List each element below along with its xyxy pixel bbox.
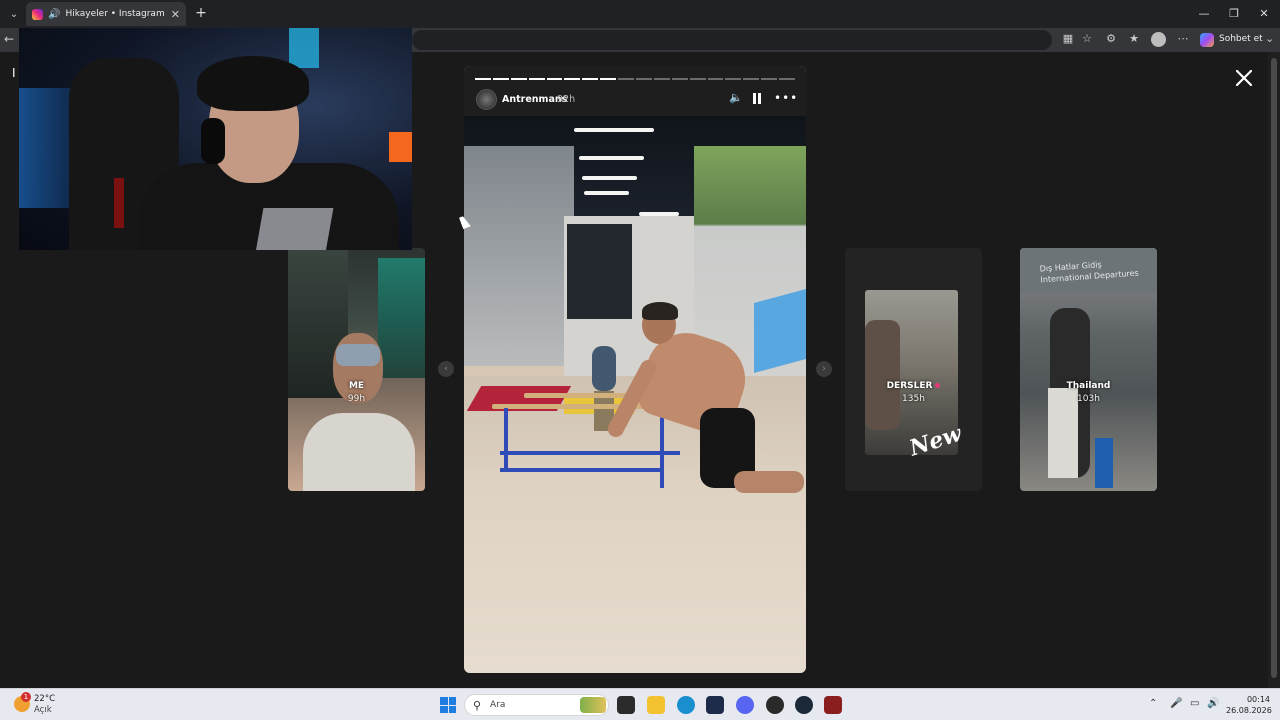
obs-icon[interactable]: [766, 696, 784, 714]
address-bar[interactable]: [412, 30, 1052, 50]
progress-segment: [492, 78, 509, 80]
vs-code-icon[interactable]: [706, 696, 724, 714]
minimize-button[interactable]: —: [1188, 0, 1220, 28]
clock-time: 00:14: [1246, 695, 1270, 704]
edge-browser-icon[interactable]: [677, 696, 695, 714]
previous-story-arrow-icon[interactable]: ‹: [438, 361, 454, 377]
close-window-button[interactable]: ✕: [1248, 0, 1280, 28]
story-image: [464, 116, 806, 673]
story-card-time: 99h: [347, 394, 366, 404]
more-menu-icon[interactable]: ⋯: [1175, 32, 1191, 45]
weather-condition[interactable]: Açık: [34, 705, 52, 715]
search-highlight-icon: [580, 697, 606, 713]
sound-icon[interactable]: 🔈: [729, 91, 743, 104]
progress-segment: [707, 78, 724, 80]
tab-strip: ⌄ 🔊 Hikayeler • Instagram ✕ + — ❐ ✕: [0, 0, 1280, 28]
favorite-star-icon[interactable]: ☆: [1079, 32, 1095, 45]
new-tab-button[interactable]: +: [192, 4, 210, 22]
search-icon: ⚲: [473, 699, 482, 712]
story-card-thailand[interactable]: Dış Hatlar Gidiş International Departure…: [1020, 248, 1157, 491]
progress-segment: [653, 78, 670, 80]
instagram-logo[interactable]: I: [12, 66, 18, 80]
pause-icon[interactable]: [752, 93, 762, 104]
tab-list-chevron-icon[interactable]: ⌄: [4, 4, 24, 24]
close-stories-icon[interactable]: [1232, 66, 1256, 90]
microphone-icon[interactable]: 🎤: [1170, 698, 1182, 709]
scroll-thumb[interactable]: [1271, 58, 1277, 678]
taskbar-clock[interactable]: 00:14 26.08.2026: [1226, 694, 1272, 716]
progress-segment: [636, 78, 652, 80]
volume-icon[interactable]: 🔊: [1207, 698, 1219, 709]
display-icon[interactable]: ▭: [1190, 698, 1199, 709]
taskbar-search[interactable]: ⚲ Ara: [464, 694, 609, 716]
start-windows-icon[interactable]: [440, 697, 456, 713]
page-scrollbar[interactable]: [1268, 52, 1280, 688]
story-age: 92h: [557, 94, 576, 105]
discord-icon[interactable]: [736, 696, 754, 714]
tab-title: Hikayeler • Instagram: [65, 9, 165, 19]
tab-instagram-stories[interactable]: 🔊 Hikayeler • Instagram ✕: [26, 2, 186, 26]
webcam-overlay: [19, 28, 412, 250]
riot-client-icon[interactable]: [824, 696, 842, 714]
next-story-arrow-icon[interactable]: ›: [816, 361, 832, 377]
progress-segment: [689, 78, 706, 80]
more-options-icon[interactable]: •••: [774, 91, 798, 105]
story-progress-bar: [475, 78, 796, 80]
weather-temperature[interactable]: 22°C: [34, 694, 55, 704]
file-explorer-icon[interactable]: [647, 696, 665, 714]
extensions-icon[interactable]: ⚙: [1103, 32, 1119, 45]
app-grid-icon[interactable]: ▦: [1060, 32, 1076, 45]
story-card-time: 103h: [1077, 394, 1100, 404]
progress-segment: [743, 78, 760, 80]
back-arrow-icon[interactable]: ←: [4, 32, 14, 46]
favorites-icon[interactable]: ★: [1126, 32, 1142, 45]
active-story[interactable]: Antrenmans 92h 🔈 •••: [464, 66, 806, 673]
progress-segment: [725, 78, 742, 80]
story-card-dersler[interactable]: New DERSLER 135h: [845, 248, 982, 491]
progress-segment: [510, 78, 527, 80]
tab-close-icon[interactable]: ✕: [171, 8, 180, 21]
task-view-icon[interactable]: [617, 696, 635, 714]
story-card-me[interactable]: ME 99h: [288, 248, 425, 491]
chat-button[interactable]: Sohbet et: [1219, 34, 1263, 44]
clock-date: 26.08.2026: [1226, 706, 1272, 715]
progress-segment: [618, 78, 635, 80]
weather-badge: 1: [21, 692, 31, 702]
copilot-icon[interactable]: [1200, 33, 1214, 47]
instagram-favicon-icon: [32, 8, 43, 20]
progress-segment: [475, 78, 491, 80]
tab-audio-icon[interactable]: 🔊: [48, 9, 60, 20]
story-card-label: Thailand: [1066, 381, 1111, 391]
taskbar: 1 22°C Açık ⚲ Ara ⌃ 🎤 ▭ 🔊 00:14 26.08.20…: [0, 688, 1280, 720]
progress-segment: [600, 78, 617, 80]
story-author-avatar[interactable]: [476, 89, 497, 110]
progress-segment: [582, 78, 599, 80]
progress-segment: [564, 78, 581, 80]
tray-expand-icon[interactable]: ⌃: [1149, 698, 1157, 709]
profile-avatar[interactable]: [1151, 32, 1166, 47]
story-card-label: DERSLER: [845, 381, 982, 391]
progress-segment: [671, 78, 688, 80]
sidebar-toggle-icon[interactable]: ⌄: [1265, 32, 1274, 45]
steam-icon[interactable]: [795, 696, 813, 714]
search-placeholder: Ara: [490, 700, 506, 710]
progress-segment: [546, 78, 563, 80]
story-card-label: ME: [348, 381, 365, 391]
story-card-time: 135h: [902, 394, 925, 404]
progress-segment: [528, 78, 545, 80]
restore-button[interactable]: ❐: [1218, 0, 1250, 28]
unseen-dot-icon: [935, 383, 941, 388]
progress-segment: [761, 78, 778, 80]
progress-segment: [779, 78, 796, 80]
